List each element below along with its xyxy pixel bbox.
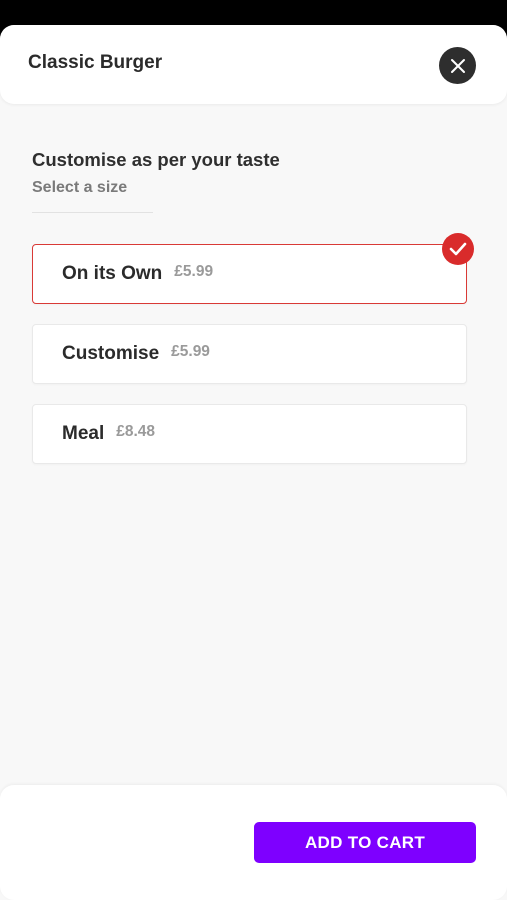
option-label: On its Own <box>62 263 163 284</box>
option-price: £5.99 <box>171 343 210 360</box>
size-options-list: On its Own £5.99 Customise £5.99 Meal £8… <box>32 233 474 484</box>
section-title: Customise as per your taste <box>32 149 280 170</box>
section-subtitle: Select a size <box>32 179 128 196</box>
size-option-customise[interactable]: Customise £5.99 <box>32 324 467 384</box>
check-icon <box>449 242 467 256</box>
app-screen: Classic Burger Customise as per your tas… <box>0 0 507 900</box>
option-label: Meal <box>62 423 105 444</box>
selected-check-badge <box>442 233 474 265</box>
product-sheet: Classic Burger Customise as per your tas… <box>0 25 507 900</box>
option-label: Customise <box>62 343 160 364</box>
option-price: £5.99 <box>174 263 214 280</box>
page-title: Classic Burger <box>28 52 163 73</box>
close-icon <box>450 58 465 73</box>
size-option-meal[interactable]: Meal £8.48 <box>32 404 467 464</box>
size-option-on-its-own[interactable]: On its Own £5.99 <box>32 233 474 304</box>
close-button[interactable] <box>439 47 476 84</box>
option-price: £8.48 <box>116 423 156 440</box>
section-divider <box>32 212 153 213</box>
sheet-header: Classic Burger <box>0 25 507 104</box>
add-to-cart-button[interactable]: ADD TO CART <box>254 822 476 863</box>
sheet-footer: ADD TO CART <box>0 785 507 900</box>
